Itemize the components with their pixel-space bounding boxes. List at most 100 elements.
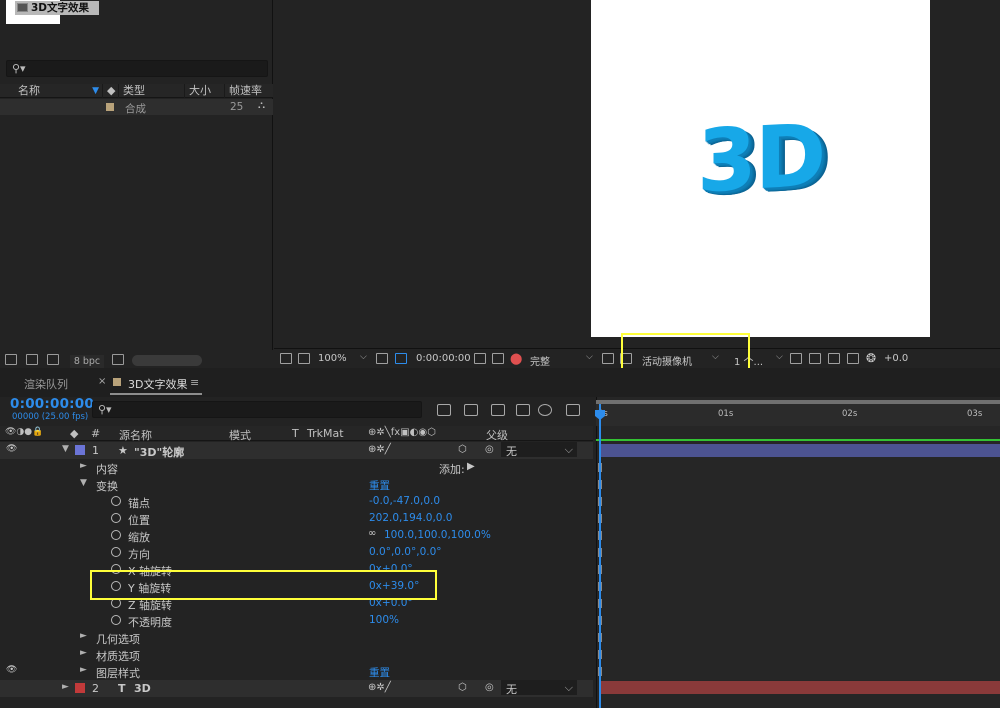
hide-shy-layers-icon[interactable]	[491, 404, 505, 416]
bit-depth-button[interactable]: 8 bpc	[70, 355, 104, 368]
add-menu-play-icon[interactable]: ▶	[467, 461, 475, 472]
constrain-link-icon[interactable]: ∞	[368, 528, 376, 539]
layer-1-duration-bar[interactable]	[600, 444, 1000, 457]
draft-3d-icon[interactable]	[464, 404, 478, 416]
stopwatch-icon[interactable]	[111, 615, 121, 625]
column-parent[interactable]: 父级	[486, 427, 508, 443]
playhead-line[interactable]	[599, 404, 601, 708]
composition-canvas[interactable]: 3D	[591, 0, 930, 337]
group-geometry-row[interactable]: ► 几何选项	[0, 629, 593, 646]
prop-orientation-row[interactable]: 方向 0.0°,0.0°,0.0°	[0, 544, 593, 561]
3d-layer-icon[interactable]: ⬡	[458, 444, 467, 455]
project-search-input[interactable]: ⚲▾	[6, 60, 268, 77]
resolution-dropdown[interactable]: 完整	[530, 353, 550, 368]
column-type[interactable]: 类型	[118, 84, 184, 98]
flowchart-icon[interactable]: ⛬	[258, 100, 265, 111]
new-composition-icon[interactable]	[47, 354, 59, 365]
expand-triangle-icon[interactable]: ►	[62, 682, 69, 692]
label-column-tag-icon[interactable]: ◆	[102, 84, 118, 98]
region-of-interest-icon[interactable]	[602, 353, 614, 364]
column-fps[interactable]: 帧速率	[224, 84, 273, 98]
layer-switches[interactable]: ⊕✲╱	[368, 444, 391, 455]
layer-label-color[interactable]	[75, 445, 85, 455]
snapshot-camera-icon[interactable]	[474, 353, 486, 364]
prop-value[interactable]: -0.0,-47.0,0.0	[369, 495, 440, 507]
stopwatch-icon[interactable]	[111, 547, 121, 557]
column-size[interactable]: 大小	[184, 84, 224, 98]
composition-mini-flowchart-icon[interactable]	[437, 404, 451, 416]
column-trkmat[interactable]: TrkMat	[307, 427, 344, 440]
flowchart-icon[interactable]	[847, 353, 859, 364]
timeline-icon[interactable]	[828, 353, 840, 364]
prop-anchor-row[interactable]: 锚点 -0.0,-47.0,0.0	[0, 493, 593, 510]
timeline-search-input[interactable]: ⚲▾	[92, 401, 422, 418]
stopwatch-icon[interactable]	[111, 530, 121, 540]
exposure-value[interactable]: +0.0	[884, 353, 908, 364]
delete-icon[interactable]	[112, 354, 124, 365]
layer-2-duration-bar[interactable]	[600, 681, 1000, 694]
prop-position-row[interactable]: 位置 202.0,194.0,0.0	[0, 510, 593, 527]
color-channels-icon[interactable]: ⬤	[510, 352, 522, 365]
new-folder-icon[interactable]	[26, 354, 38, 365]
show-snapshot-icon[interactable]	[492, 353, 504, 364]
always-preview-icon[interactable]	[280, 353, 292, 364]
pick-whip-icon[interactable]: ◎	[485, 682, 494, 693]
parent-dropdown[interactable]: 无 ⌵	[501, 442, 577, 458]
prop-value[interactable]: 202.0,194.0,0.0	[369, 512, 453, 524]
layer-row-2[interactable]: ► 2 T 3D ⊕✲╱ ⬡ ◎ 无 ⌵	[0, 680, 593, 697]
column-name[interactable]: 名称 ▼	[14, 84, 102, 98]
tab-menu-icon[interactable]: ≡	[190, 376, 199, 389]
graph-editor-icon[interactable]	[566, 404, 580, 416]
eye-visibility-icon[interactable]: 👁	[6, 665, 17, 675]
motion-blur-icon[interactable]	[538, 404, 552, 416]
eye-visibility-icon[interactable]: 👁	[6, 444, 17, 454]
layer-row-1[interactable]: 👁 ▼ 1 ★ "3D"轮廓 ⊕✲╱ ⬡ ◎ 无 ⌵	[0, 442, 593, 459]
tab-close-icon[interactable]: ×	[98, 376, 106, 387]
grid-guide-icon[interactable]	[376, 353, 388, 364]
group-layer-styles-row[interactable]: 👁 ► 图层样式 重置	[0, 663, 593, 680]
prop-opacity-row[interactable]: 不透明度 100%	[0, 612, 593, 629]
expand-triangle-icon[interactable]: ▼	[62, 444, 69, 454]
expand-triangle-icon[interactable]: ►	[80, 648, 87, 658]
column-source-name[interactable]: 源名称	[119, 427, 152, 443]
prop-scale-row[interactable]: 缩放 ∞ 100.0,100.0,100.0%	[0, 527, 593, 544]
exposure-reset-icon[interactable]: ❂	[866, 351, 876, 365]
tab-render-queue[interactable]: 渲染队列	[24, 376, 68, 392]
prop-value[interactable]: 0.0°,0.0°,0.0°	[369, 546, 442, 558]
parent-dropdown[interactable]: 无 ⌵	[501, 680, 577, 696]
3d-layer-icon[interactable]: ⬡	[458, 682, 467, 693]
monitor-icon[interactable]	[298, 353, 310, 364]
timeline-current-time[interactable]: 0:00:00:00	[10, 396, 94, 412]
add-label[interactable]: 添加:	[439, 461, 465, 477]
interpret-footage-icon[interactable]	[5, 354, 17, 365]
expand-triangle-icon[interactable]: ▼	[80, 478, 87, 488]
group-material-row[interactable]: ► 材质选项	[0, 646, 593, 663]
mask-visibility-icon[interactable]	[395, 353, 407, 364]
layer-styles-reset-link[interactable]: 重置	[369, 665, 390, 680]
expand-triangle-icon[interactable]: ►	[80, 461, 87, 471]
3d-text-layer[interactable]: 3D	[697, 106, 824, 213]
time-ruler[interactable]	[596, 404, 1000, 426]
layer-name[interactable]: 3D	[134, 682, 151, 695]
stopwatch-icon[interactable]	[111, 496, 121, 506]
expand-triangle-icon[interactable]: ►	[80, 631, 87, 641]
layer-switches[interactable]: ⊕✲╱	[368, 682, 391, 693]
layer-name[interactable]: "3D"轮廓	[134, 444, 184, 460]
stopwatch-icon[interactable]	[111, 513, 121, 523]
fast-previews-icon[interactable]	[809, 353, 821, 364]
group-contents-row[interactable]: ► 内容 添加: ▶	[0, 459, 593, 476]
project-scrollbar[interactable]	[132, 355, 202, 366]
tab-composition[interactable]: 3D文字效果	[128, 376, 187, 392]
group-transform-row[interactable]: ▼ 变换 重置	[0, 476, 593, 493]
prop-value[interactable]: 100%	[369, 614, 399, 626]
prop-value[interactable]: 100.0,100.0,100.0%	[384, 529, 491, 541]
transform-reset-link[interactable]: 重置	[369, 478, 390, 493]
expand-triangle-icon[interactable]: ►	[80, 665, 87, 675]
layer-label-color[interactable]	[75, 683, 85, 693]
zoom-dropdown[interactable]: 100%	[318, 353, 347, 364]
column-mode[interactable]: 模式	[229, 427, 251, 443]
current-time-display[interactable]: 0:00:00:00	[416, 353, 471, 364]
toggle-pixel-aspect-icon[interactable]	[790, 353, 802, 364]
pick-whip-icon[interactable]: ◎	[485, 444, 494, 455]
frame-blending-icon[interactable]	[516, 404, 530, 416]
